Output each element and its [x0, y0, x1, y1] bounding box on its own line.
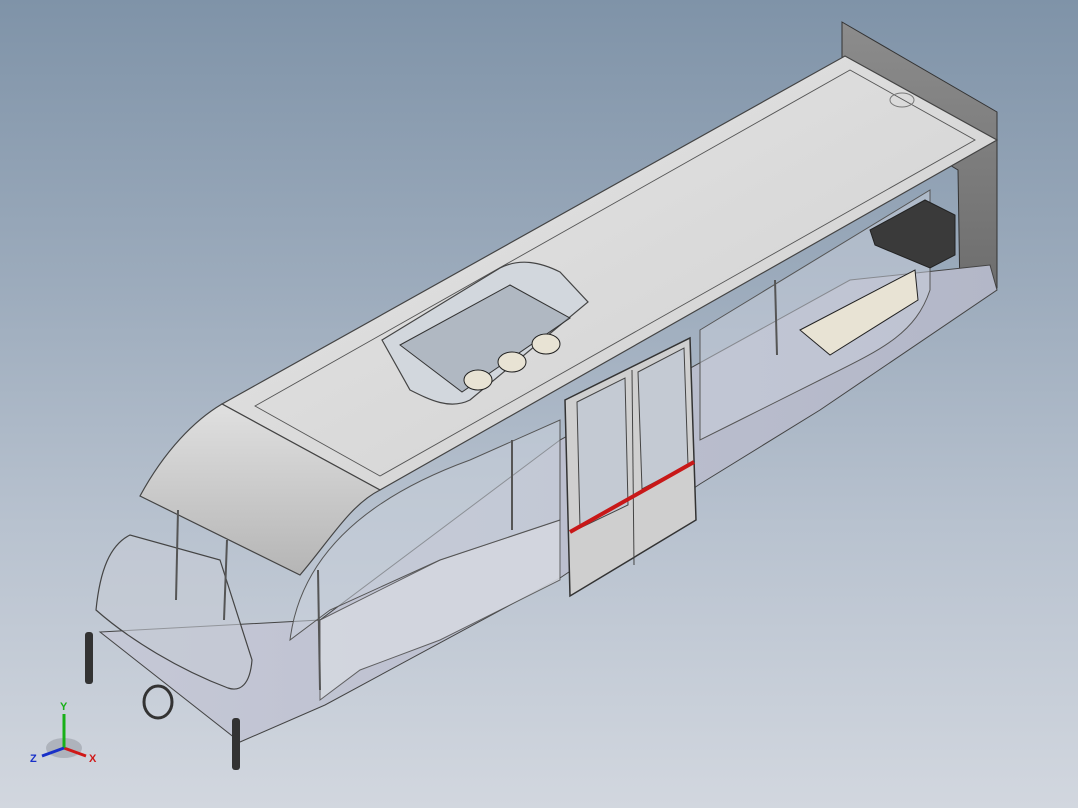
axis-triad: X Y Z: [30, 701, 97, 765]
bus-body-model[interactable]: [0, 0, 1078, 808]
y-axis-label: Y: [60, 701, 68, 713]
x-axis-label: X: [89, 753, 97, 765]
steering-wheel: [142, 684, 174, 720]
z-axis-label: Z: [30, 753, 37, 765]
front-bumper-post-left: [85, 632, 93, 684]
front-bumper-post-right: [232, 718, 240, 770]
cad-viewport[interactable]: X Y Z: [0, 0, 1078, 808]
